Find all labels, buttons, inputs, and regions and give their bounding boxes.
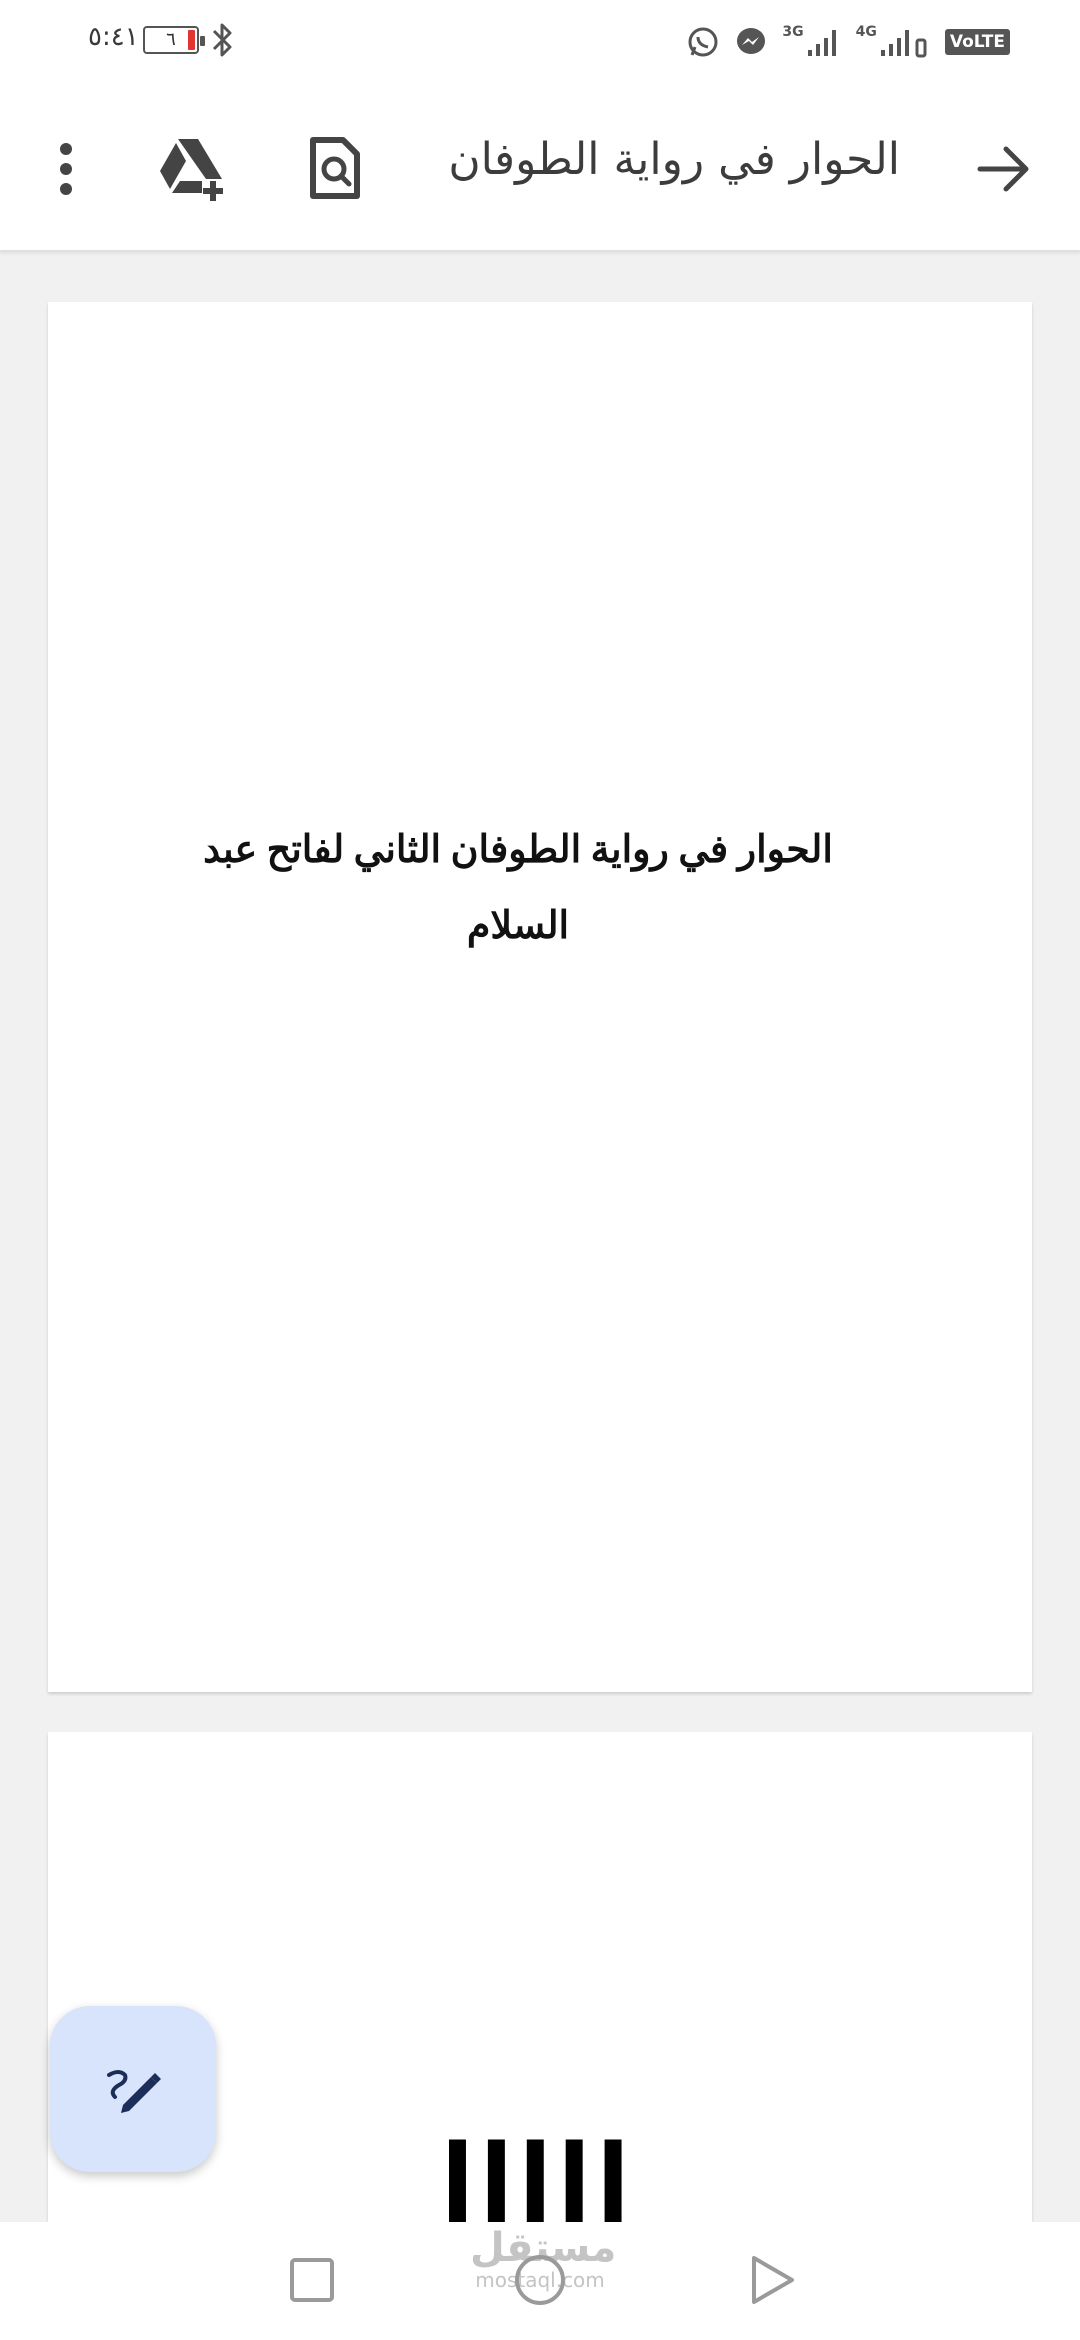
find-in-document-button[interactable] (290, 120, 380, 216)
signal-3g-icon (807, 30, 836, 56)
status-time: ٥:٤١ (88, 22, 139, 52)
more-options-button[interactable] (36, 124, 96, 214)
nav-back-button[interactable] (742, 2250, 802, 2310)
page-1-title: الحوار في رواية الطوفان الثاني لفاتح عبد… (203, 829, 833, 947)
drive-add-icon (160, 139, 223, 201)
edit-fab-button[interactable] (50, 2006, 216, 2172)
find-in-page-icon (310, 137, 360, 199)
app-bar: الحوار في رواية الطوفان (0, 84, 1080, 252)
home-button[interactable] (508, 2248, 572, 2312)
battery-icon: ٦ (143, 26, 205, 54)
status-icons: 3G 4G VoLTE (686, 20, 1010, 64)
document-page-1[interactable]: الحوار في رواية الطوفان الثاني لفاتح عبد… (48, 302, 1032, 1692)
triangle-icon (752, 2256, 794, 2304)
system-nav-bar: مستقل mostaql.com (0, 2222, 1080, 2340)
network-4g-label: 4G (855, 24, 877, 40)
back-button[interactable] (964, 124, 1044, 214)
screen: ٥:٤١ ٦ 3G 4G VoLTE الحوار في رواية الطوف… (0, 0, 1080, 2340)
square-icon (290, 2258, 334, 2302)
whatsapp-icon (688, 27, 718, 57)
document-title: الحوار في رواية الطوفان (448, 134, 900, 185)
bluetooth-icon (212, 23, 232, 57)
volte-badge: VoLTE (944, 29, 1010, 55)
signal-4g-icon (880, 30, 927, 58)
messenger-icon (737, 28, 766, 54)
network-3g-label: 3G (782, 24, 804, 40)
more-vert-icon (60, 143, 72, 195)
recent-apps-button[interactable] (282, 2250, 342, 2310)
circle-icon (515, 2255, 565, 2305)
arrow-forward-icon (977, 146, 1029, 192)
add-to-drive-button[interactable] (146, 120, 242, 216)
status-bar: ٥:٤١ ٦ 3G 4G VoLTE (0, 0, 1080, 84)
battery-percent: ٦ (166, 29, 176, 50)
edit-pencil-icon (107, 2070, 161, 2113)
